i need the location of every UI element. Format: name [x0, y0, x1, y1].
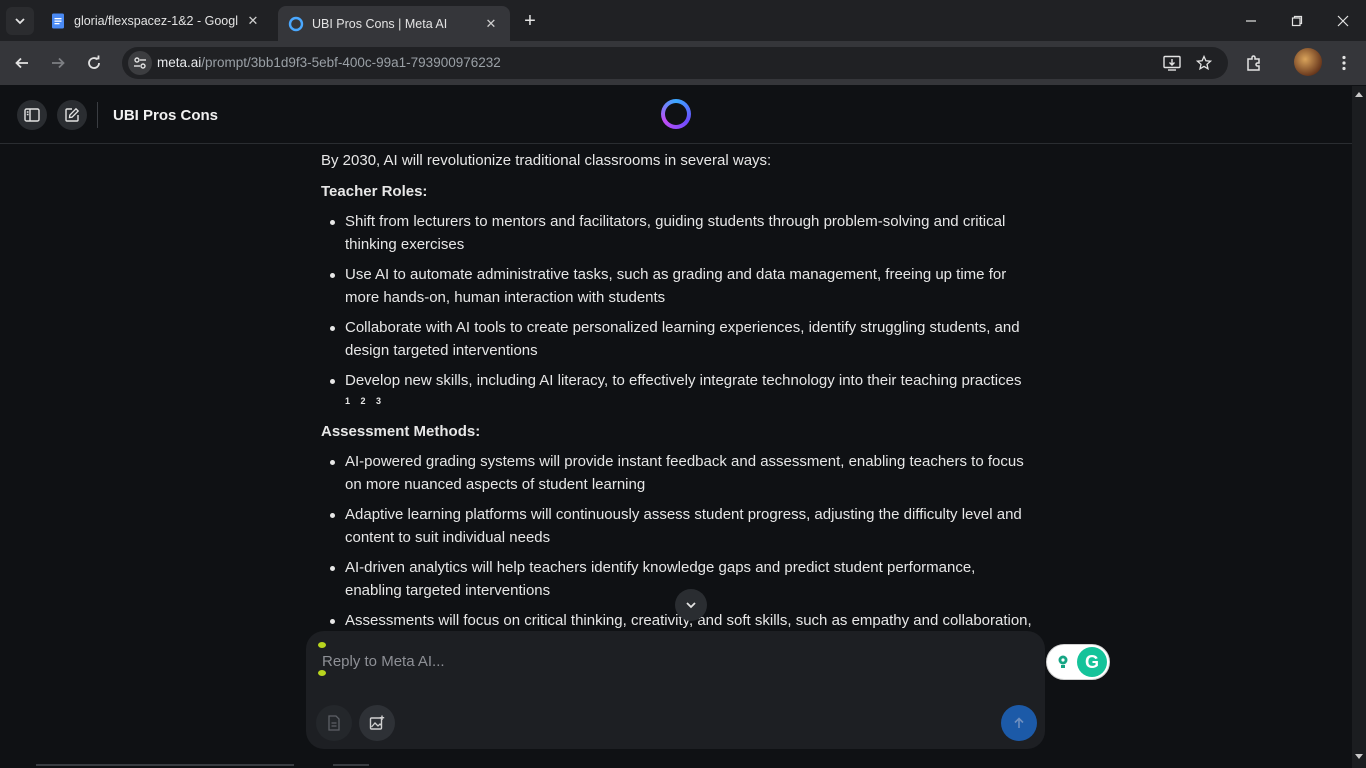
more-vert-icon	[1342, 55, 1346, 71]
edit-icon	[65, 107, 80, 122]
grammarly-widget[interactable]: G	[1046, 644, 1110, 680]
app-header: UBI Pros Cons	[0, 86, 1352, 144]
taskbar-strip	[333, 764, 369, 766]
section-heading: Assessment Methods:	[321, 422, 481, 440]
site-info-button[interactable]	[128, 51, 152, 75]
url-host: meta.ai	[157, 55, 202, 70]
grammarly-marker-icon	[318, 670, 326, 676]
close-tab-icon[interactable]: ✕	[482, 15, 500, 33]
browser-menu-button[interactable]	[1330, 49, 1358, 77]
url-text: meta.ai/prompt/3bb1d9f3-5ebf-400c-99a1-7…	[157, 55, 501, 70]
list-item-text: Develop new skills, including AI literac…	[345, 372, 1022, 389]
new-tab-button[interactable]: +	[518, 9, 542, 33]
lightbulb-icon	[1058, 655, 1068, 668]
restore-button[interactable]	[1274, 0, 1320, 41]
close-tab-icon[interactable]: ✕	[244, 12, 262, 30]
arrow-up-icon	[1014, 717, 1024, 728]
minimize-icon	[1246, 19, 1256, 22]
install-app-icon	[1163, 55, 1181, 71]
url-path: /prompt/3bb1d9f3-5ebf-400c-99a1-79390097…	[201, 55, 501, 70]
list-item: Shift from lecturers to mentors and faci…	[321, 211, 1033, 256]
extensions-button[interactable]	[1240, 49, 1268, 77]
chevron-down-icon	[686, 602, 696, 609]
list-item: Develop new skills, including AI literac…	[321, 370, 1033, 407]
page-scrollbar[interactable]	[1352, 86, 1366, 768]
tab-title: gloria/flexspacez-1&2 - Google	[74, 13, 238, 28]
tab-search-button[interactable]	[6, 7, 34, 35]
address-bar[interactable]: meta.ai/prompt/3bb1d9f3-5ebf-400c-99a1-7…	[122, 47, 1228, 79]
reload-button[interactable]	[80, 49, 108, 77]
list-item: Collaborate with AI tools to create pers…	[321, 317, 1033, 362]
meta-ai-icon	[288, 16, 304, 31]
taskbar-strip	[36, 764, 294, 766]
document-icon	[328, 715, 340, 731]
star-icon	[1196, 55, 1212, 71]
scroll-up-arrow-icon[interactable]	[1355, 92, 1363, 97]
bookmark-button[interactable]	[1193, 52, 1215, 74]
list-item: Use AI to automate administrative tasks,…	[321, 264, 1033, 309]
reply-input[interactable]	[322, 649, 1002, 673]
arrow-right-icon	[52, 57, 65, 69]
assistant-message: By 2030, AI will revolutionize tradition…	[321, 150, 1033, 647]
citation-links[interactable]: 1 2 3	[345, 395, 1033, 407]
list-item: AI-powered grading systems will provide …	[321, 451, 1033, 496]
browser-tab-strip: gloria/flexspacez-1&2 - Google ✕ UBI Pro…	[0, 0, 1366, 41]
sidebar-icon	[24, 108, 40, 122]
chevron-down-icon	[15, 18, 25, 25]
close-window-button[interactable]	[1320, 0, 1366, 41]
scroll-to-bottom-button[interactable]	[675, 589, 707, 621]
tune-icon	[134, 57, 146, 69]
attach-file-button[interactable]	[316, 705, 352, 741]
list-item: Adaptive learning platforms will continu…	[321, 504, 1033, 549]
forward-button[interactable]	[44, 49, 72, 77]
install-app-button[interactable]	[1161, 52, 1183, 74]
scroll-down-arrow-icon[interactable]	[1355, 754, 1363, 759]
profile-avatar[interactable]	[1294, 48, 1322, 76]
browser-tab-google-docs[interactable]: gloria/flexspacez-1&2 - Google ✕	[40, 6, 272, 35]
conversation-title: UBI Pros Cons	[113, 107, 219, 124]
close-icon	[1337, 15, 1349, 26]
tab-title: UBI Pros Cons | Meta AI	[312, 16, 448, 31]
new-chat-button[interactable]	[57, 100, 87, 130]
browser-toolbar: meta.ai/prompt/3bb1d9f3-5ebf-400c-99a1-7…	[0, 41, 1366, 85]
minimize-button[interactable]	[1228, 0, 1274, 41]
section-heading: Teacher Roles:	[321, 182, 428, 200]
google-docs-icon	[52, 13, 64, 28]
grammarly-marker-icon	[318, 642, 326, 648]
back-button[interactable]	[8, 49, 36, 77]
message-intro: By 2030, AI will revolutionize tradition…	[321, 152, 772, 169]
bullet-list: Shift from lecturers to mentors and faci…	[321, 211, 1033, 407]
toggle-sidebar-button[interactable]	[17, 100, 47, 130]
composer	[306, 631, 1045, 749]
arrow-left-icon	[15, 57, 28, 69]
browser-tab-meta-ai[interactable]: UBI Pros Cons | Meta AI ✕	[278, 6, 510, 41]
plus-icon: +	[524, 9, 536, 32]
send-button[interactable]	[1001, 705, 1037, 741]
header-divider	[97, 102, 98, 128]
image-add-icon	[369, 715, 385, 730]
meta-ai-logo	[661, 99, 691, 129]
puzzle-icon	[1247, 55, 1260, 71]
reload-icon	[88, 55, 100, 69]
grammarly-icon: G	[1077, 647, 1107, 677]
restore-icon	[1291, 15, 1303, 26]
add-image-button[interactable]	[359, 705, 395, 741]
